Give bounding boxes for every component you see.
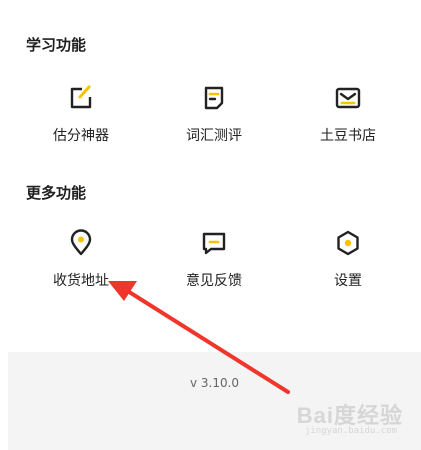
feature-label: 收货地址 xyxy=(53,273,109,289)
watermark-subtext: jingyan.baidu.com xyxy=(304,426,397,436)
feature-bookstore[interactable]: 土豆书店 xyxy=(293,83,403,145)
feature-feedback[interactable]: 意见反馈 xyxy=(159,228,269,290)
document-icon xyxy=(204,86,224,110)
edit-square-icon xyxy=(70,85,92,109)
learning-section: 学习功能 估分神器 词汇测评 土豆书店 xyxy=(0,0,421,170)
feature-label: 意见反馈 xyxy=(186,273,242,289)
feature-score-estimator[interactable]: 估分神器 xyxy=(26,83,136,145)
section-title-more: 更多功能 xyxy=(26,184,87,202)
watermark: Bai度经验 jingyan.baidu.com xyxy=(263,392,403,438)
more-section: 更多功能 收货地址 意见反馈 设置 xyxy=(0,170,421,350)
feature-vocab-test[interactable]: 词汇测评 xyxy=(159,83,269,145)
app-version: v 3.10.0 xyxy=(189,376,240,390)
hexagon-settings-icon xyxy=(337,230,359,256)
feature-settings[interactable]: 设置 xyxy=(293,228,403,290)
location-pin-icon xyxy=(70,229,92,256)
section-title-learning: 学习功能 xyxy=(26,36,87,54)
feature-label: 土豆书店 xyxy=(320,128,376,144)
feature-label: 估分神器 xyxy=(53,128,109,144)
envelope-icon xyxy=(335,87,361,109)
feature-label: 设置 xyxy=(334,273,362,289)
feature-shipping-address[interactable]: 收货地址 xyxy=(26,228,136,290)
feature-label: 词汇测评 xyxy=(186,128,242,144)
message-icon xyxy=(202,232,226,255)
